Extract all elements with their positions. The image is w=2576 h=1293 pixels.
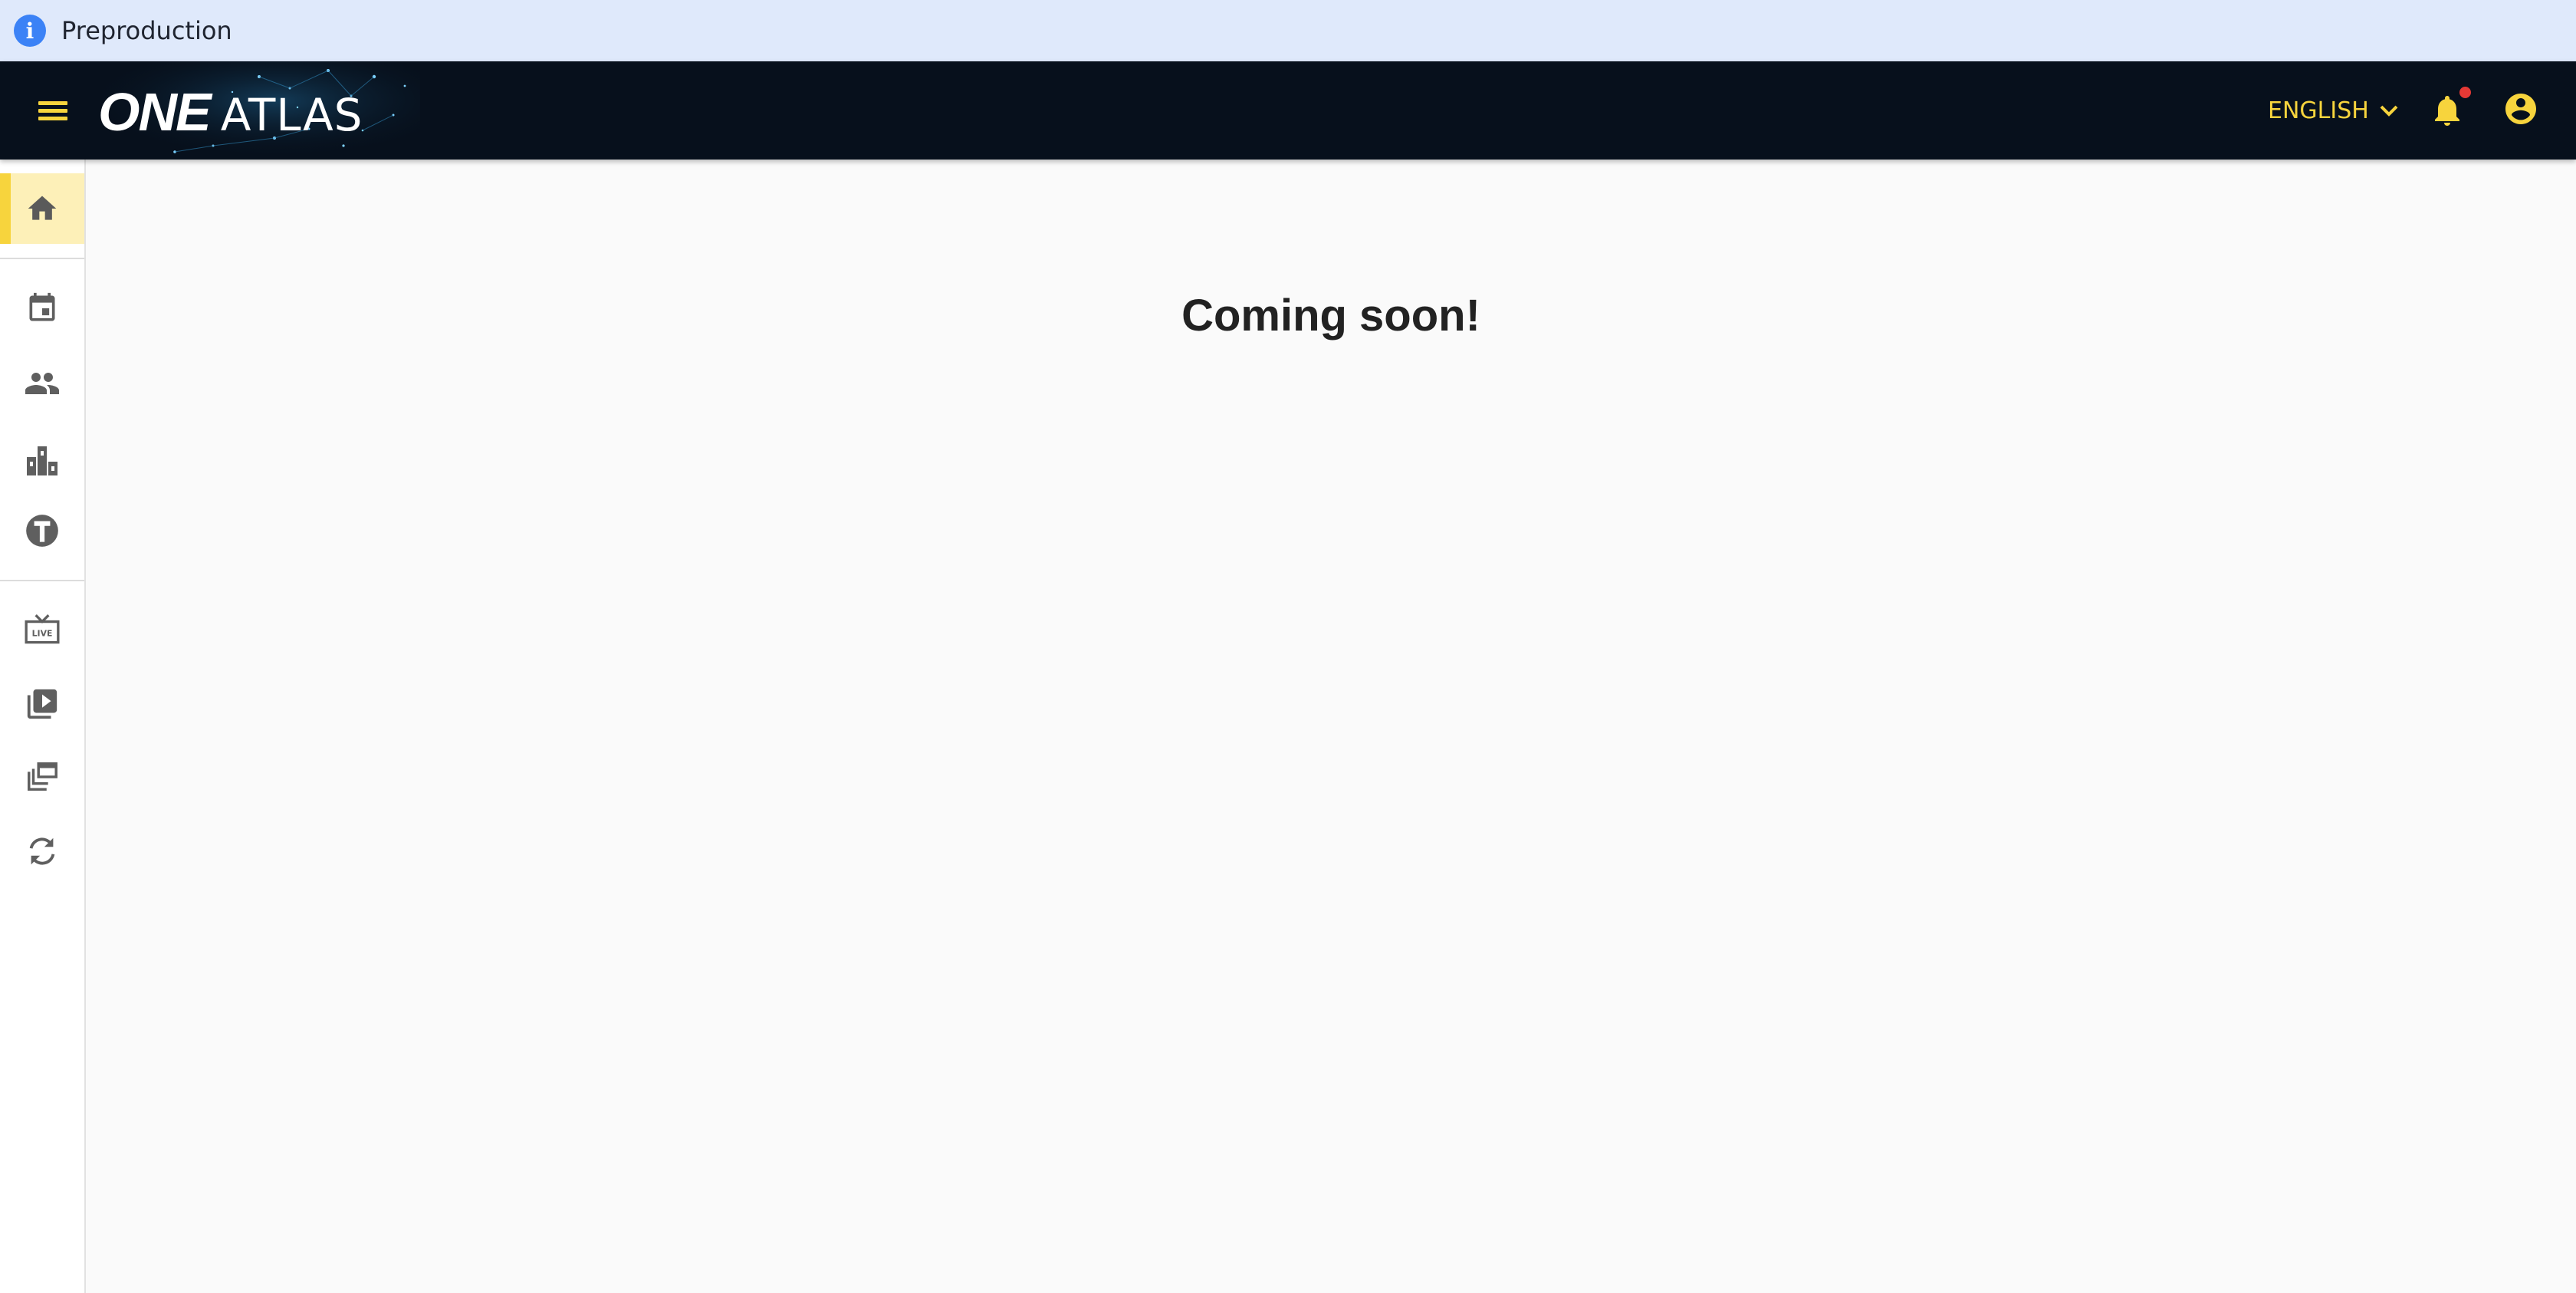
sidebar-item-events[interactable] bbox=[0, 273, 84, 344]
live-badge-text: LIVE bbox=[32, 628, 53, 638]
calendar-icon bbox=[29, 292, 55, 321]
notification-badge-dot bbox=[2459, 87, 2471, 98]
sidebar-divider bbox=[0, 580, 84, 581]
info-icon: i bbox=[14, 15, 46, 47]
people-icon bbox=[25, 373, 59, 394]
sidebar-item-rankings[interactable] bbox=[0, 425, 84, 495]
environment-banner: i Preproduction bbox=[0, 0, 2576, 61]
sidebar-item-live[interactable]: LIVE bbox=[0, 595, 84, 666]
team-shield-icon bbox=[26, 515, 58, 547]
sidebar-divider bbox=[0, 258, 84, 259]
bell-icon[interactable] bbox=[2429, 92, 2466, 129]
logo-one-text: ONE bbox=[98, 82, 212, 142]
main-content: Coming soon! bbox=[86, 160, 2576, 1293]
sidebar-item-home[interactable] bbox=[0, 173, 84, 244]
sidebar-item-teams[interactable] bbox=[0, 495, 84, 566]
sidebar-item-athletes[interactable] bbox=[0, 348, 84, 419]
one-atlas-logo[interactable]: ONE ATLAS bbox=[98, 61, 420, 160]
media-collection-icon bbox=[28, 762, 58, 791]
sidebar-item-sync[interactable] bbox=[0, 816, 84, 887]
hamburger-menu-icon[interactable] bbox=[35, 97, 72, 124]
logo-atlas-text: ATLAS bbox=[220, 89, 363, 141]
podium-icon bbox=[27, 446, 58, 475]
sync-icon bbox=[29, 837, 55, 865]
account-circle-icon[interactable] bbox=[2502, 90, 2539, 127]
app-header: ONE ATLAS ENGLISH bbox=[0, 61, 2576, 160]
language-selector[interactable]: ENGLISH bbox=[2268, 95, 2400, 126]
sidebar-item-media[interactable] bbox=[0, 742, 84, 813]
environment-label: Preproduction bbox=[61, 16, 232, 45]
chevron-down-icon bbox=[2380, 105, 2398, 117]
live-tv-icon: LIVE bbox=[25, 614, 60, 644]
sidebar-navigation: LIVE bbox=[0, 160, 86, 1293]
sidebar-item-videos[interactable] bbox=[0, 669, 84, 739]
video-library-icon bbox=[27, 689, 58, 719]
home-icon bbox=[28, 196, 57, 220]
language-label: ENGLISH bbox=[2268, 97, 2369, 124]
logo-wordmark: ONE ATLAS bbox=[98, 81, 363, 143]
page-title: Coming soon! bbox=[1181, 291, 1480, 341]
